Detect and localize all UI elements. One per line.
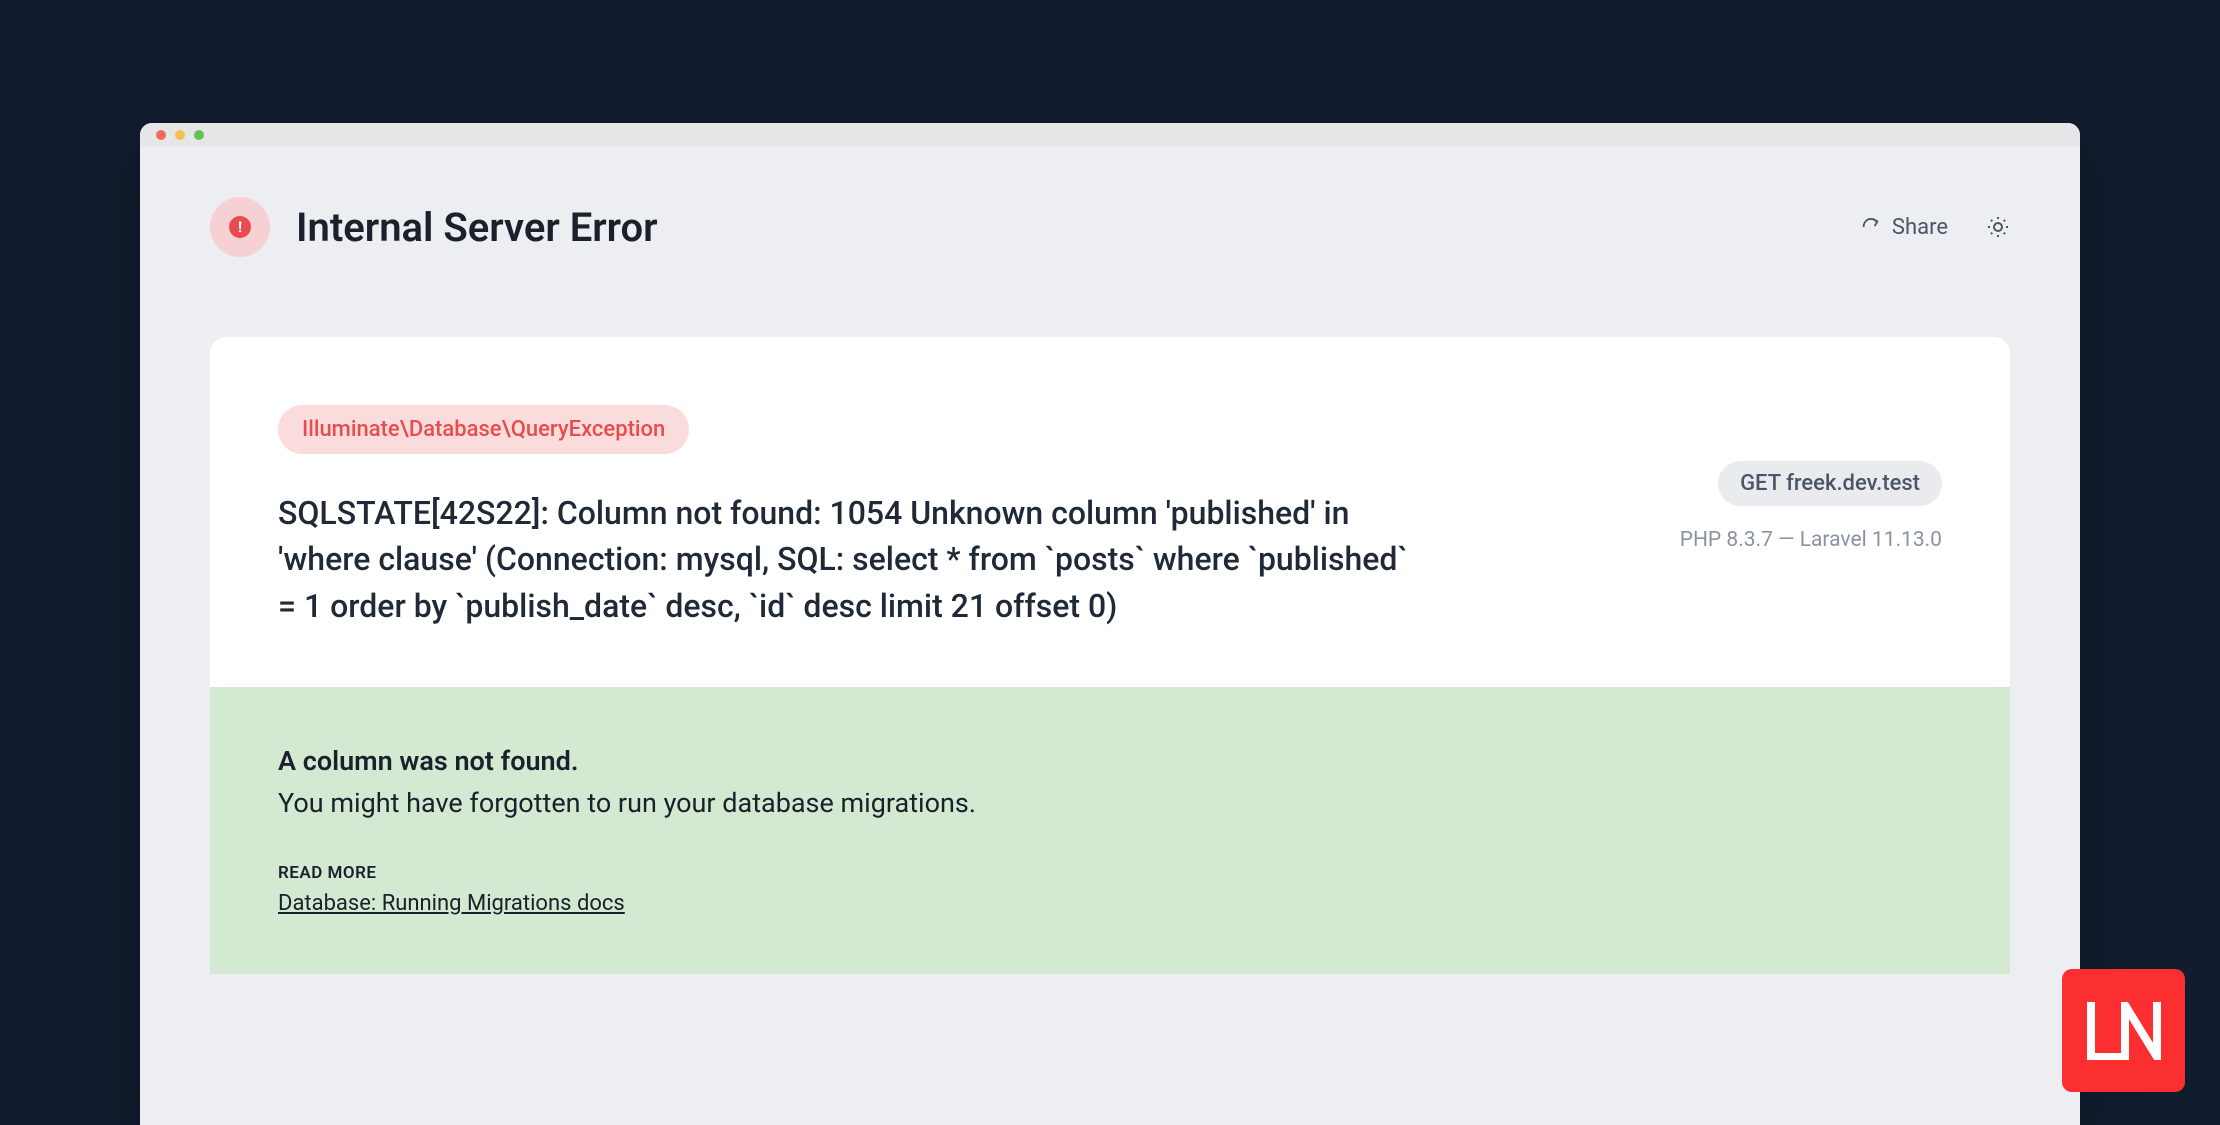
hint-text: You might have forgotten to run your dat… <box>278 787 1942 819</box>
header-right: Share <box>1860 215 2010 240</box>
page-title: Internal Server Error <box>296 204 658 251</box>
docs-link[interactable]: Database: Running Migrations docs <box>278 891 625 916</box>
error-card: Illuminate\Database\QueryException SQLST… <box>210 337 2010 974</box>
php-version: PHP 8.3.7 <box>1680 528 1773 552</box>
request-badge: GET freek.dev.test <box>1718 461 1942 506</box>
window-titlebar <box>140 123 2080 147</box>
error-details-section: Illuminate\Database\QueryException SQLST… <box>210 337 2010 687</box>
share-button[interactable]: Share <box>1860 215 1948 240</box>
window-close-button[interactable] <box>156 130 166 140</box>
header-left: ! Internal Server Error <box>210 197 658 257</box>
laravel-version: Laravel 11.13.0 <box>1800 528 1942 552</box>
sun-icon[interactable] <box>1986 215 2010 239</box>
window-maximize-button[interactable] <box>194 130 204 140</box>
hint-title: A column was not found. <box>278 745 1942 777</box>
version-info: PHP 8.3.7 — Laravel 11.13.0 <box>1680 528 1942 552</box>
window-minimize-button[interactable] <box>175 130 185 140</box>
error-message: SQLSTATE[42S22]: Column not found: 1054 … <box>278 490 1428 629</box>
alert-icon: ! <box>229 216 251 238</box>
share-arrow-icon <box>1860 216 1882 238</box>
error-main: Illuminate\Database\QueryException SQLST… <box>278 405 1428 629</box>
error-meta: GET freek.dev.test PHP 8.3.7 — Laravel 1… <box>1680 405 1942 629</box>
share-label: Share <box>1892 215 1948 240</box>
logo-badge <box>2062 969 2185 1092</box>
ln-logo-icon <box>2085 1002 2163 1060</box>
read-more-label: READ MORE <box>278 863 1942 883</box>
app-window: ! Internal Server Error Share <box>140 123 2080 1125</box>
request-host: freek.dev.test <box>1786 471 1920 496</box>
hint-section: A column was not found. You might have f… <box>210 687 2010 974</box>
error-icon-container: ! <box>210 197 270 257</box>
exception-class-badge: Illuminate\Database\QueryException <box>278 405 689 454</box>
page-header: ! Internal Server Error Share <box>140 147 2080 257</box>
request-method: GET <box>1740 471 1781 496</box>
